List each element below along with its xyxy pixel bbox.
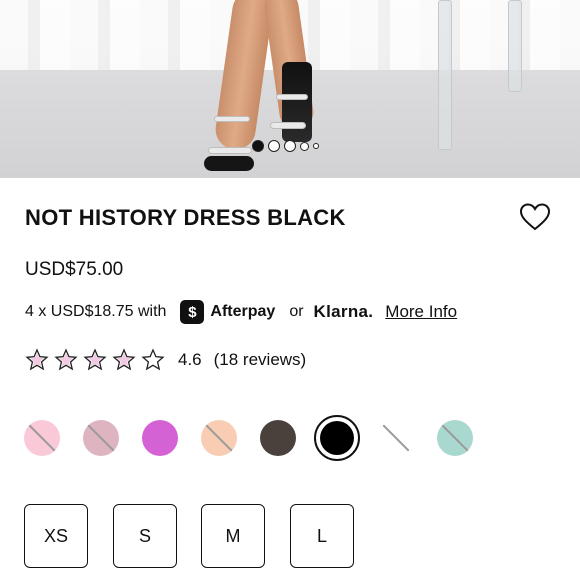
shoe-strap xyxy=(270,122,306,129)
reviews-count[interactable]: (18 reviews) xyxy=(214,350,307,370)
color-swatch-peach[interactable] xyxy=(201,420,237,456)
product-title: NOT HISTORY DRESS BLACK xyxy=(25,205,346,230)
star-icon xyxy=(141,348,165,371)
heart-icon[interactable] xyxy=(519,202,551,232)
product-image[interactable] xyxy=(0,0,580,178)
rating-value: 4.6 xyxy=(178,350,202,369)
carousel-dots xyxy=(252,140,319,152)
star-icon xyxy=(54,348,78,371)
color-swatch-light-pink[interactable] xyxy=(24,420,60,456)
star-icon xyxy=(25,348,49,371)
klarna-logo: Klarna. xyxy=(313,302,374,321)
or-label: or xyxy=(289,303,304,320)
installment-info: 4 x USD$18.75 with $ Afterpay or Klarna.… xyxy=(25,298,457,326)
color-swatch-dusty-rose[interactable] xyxy=(83,420,119,456)
afterpay-icon: $ xyxy=(180,300,205,324)
carousel-dot[interactable] xyxy=(313,143,319,149)
chair-leg xyxy=(438,0,452,150)
color-swatch-black-selected[interactable] xyxy=(314,415,360,461)
color-swatch-brown[interactable] xyxy=(260,420,296,456)
star-icon xyxy=(83,348,107,371)
size-option-xs[interactable]: XS xyxy=(24,504,88,568)
shoe xyxy=(282,62,312,142)
carousel-dot[interactable] xyxy=(268,140,280,152)
color-swatch-mint[interactable] xyxy=(437,420,473,456)
shoe-strap xyxy=(214,116,250,122)
carousel-dot[interactable] xyxy=(284,140,296,152)
chair-leg xyxy=(508,0,522,92)
carousel-dot[interactable] xyxy=(300,141,309,151)
color-swatch-magenta[interactable] xyxy=(142,420,178,456)
size-option-m[interactable]: M xyxy=(201,504,265,568)
afterpay-label: Afterpay xyxy=(210,303,276,320)
size-option-s[interactable]: S xyxy=(113,504,177,568)
shoe-strap xyxy=(208,147,252,154)
star-icon xyxy=(112,348,136,371)
rating-row: 4.6 (18 reviews) xyxy=(25,347,306,373)
size-option-l[interactable]: L xyxy=(290,504,354,568)
installment-text: 4 x USD$18.75 with xyxy=(25,303,167,320)
color-swatch-white[interactable] xyxy=(378,420,414,456)
product-price: USD$75.00 xyxy=(25,259,124,280)
shoe-strap xyxy=(276,94,308,100)
color-swatch-black xyxy=(320,421,354,455)
shoe xyxy=(204,156,254,171)
more-info-link[interactable]: More Info xyxy=(385,302,457,322)
carousel-dot[interactable] xyxy=(252,140,264,152)
